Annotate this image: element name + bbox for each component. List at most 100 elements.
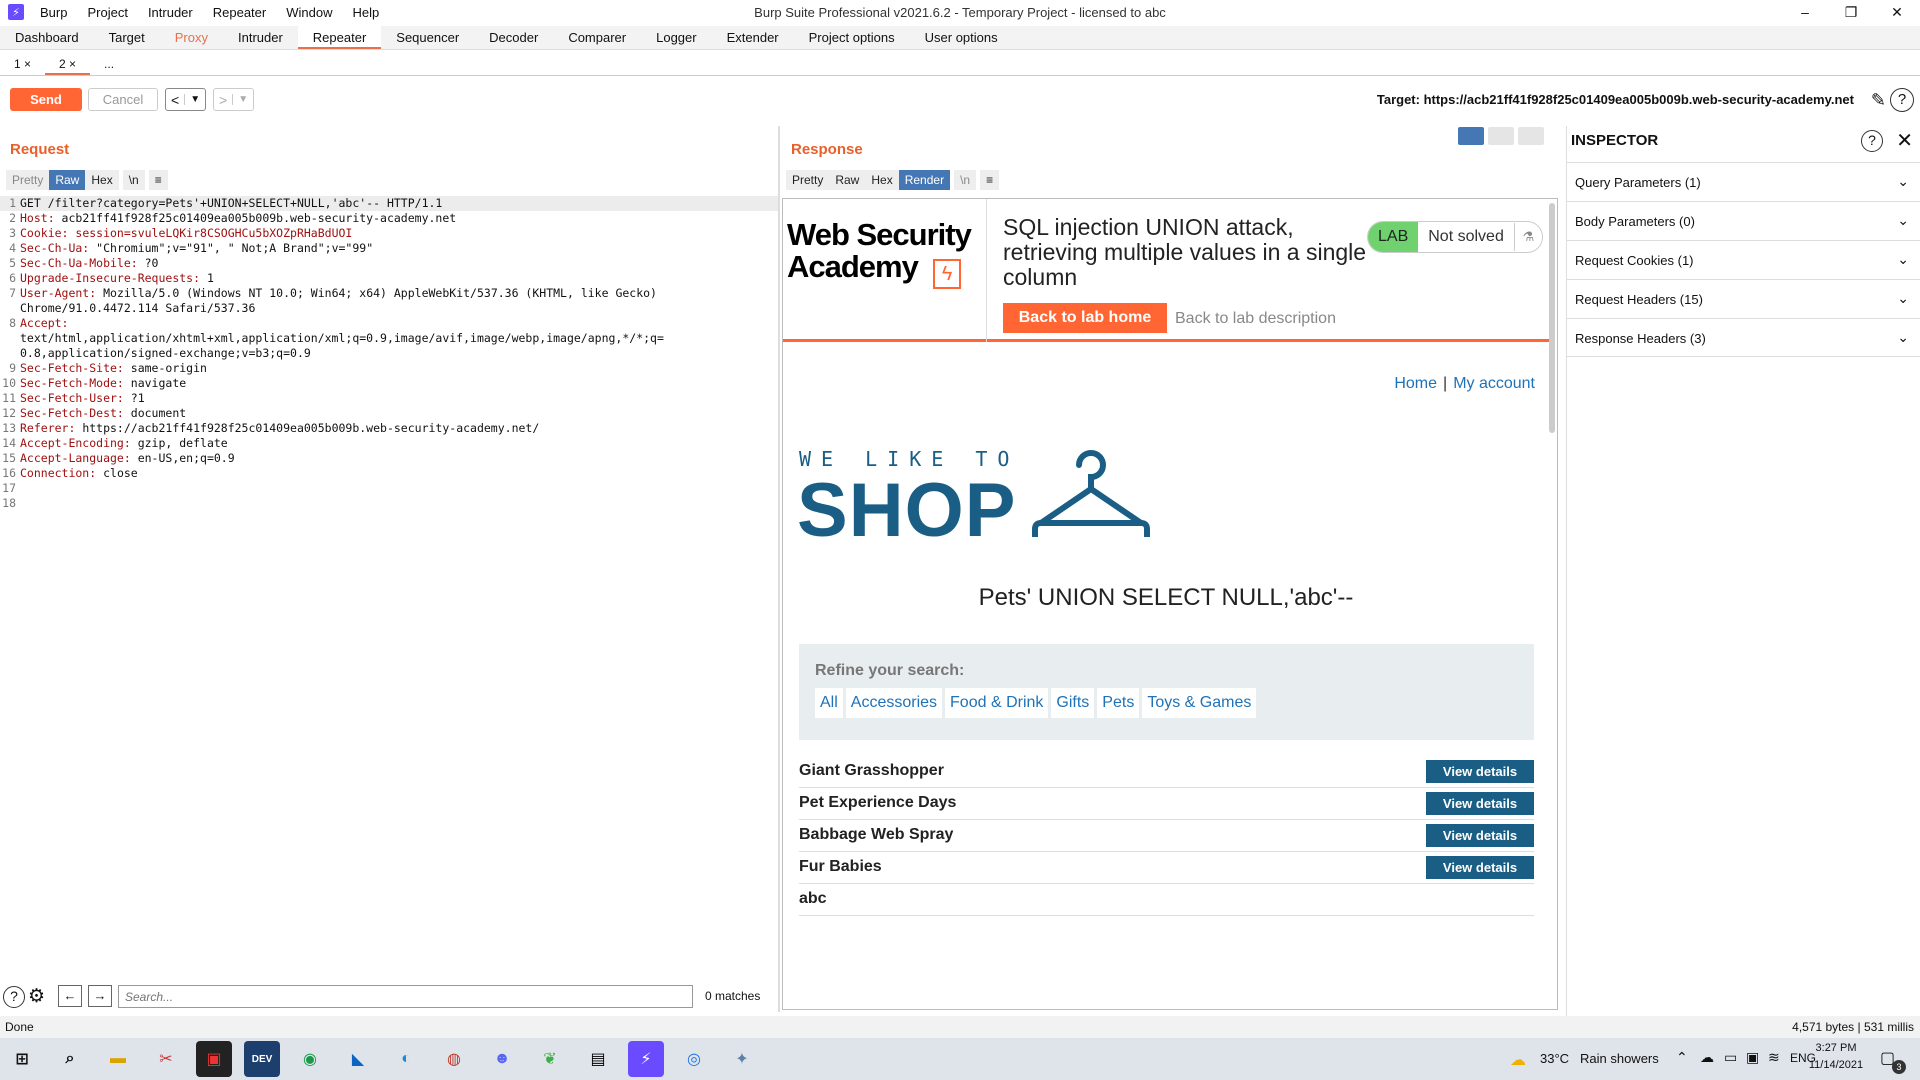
menu-burp[interactable]: Burp xyxy=(40,5,67,20)
view-details-button[interactable]: View details xyxy=(1426,856,1534,879)
help-icon[interactable]: ? xyxy=(1890,88,1914,112)
request-line[interactable]: 6 Upgrade-Insecure-Requests: 1 xyxy=(0,271,778,286)
file-explorer-icon[interactable]: ▬ xyxy=(100,1041,136,1077)
repeater-tab-2[interactable]: 2 × xyxy=(45,52,91,75)
app-icon[interactable]: ❦ xyxy=(532,1041,568,1077)
weather-desc[interactable]: Rain showers xyxy=(1580,1051,1659,1066)
request-line[interactable]: 12 Sec-Fetch-Dest: document xyxy=(0,406,778,421)
help-icon[interactable]: ? xyxy=(1861,130,1883,152)
home-link[interactable]: Home xyxy=(1394,375,1437,392)
cancel-button[interactable]: Cancel xyxy=(88,88,158,111)
edge-icon[interactable]: ◐ xyxy=(388,1041,424,1077)
tab-comparer[interactable]: Comparer xyxy=(553,26,641,49)
request-line[interactable]: 7 User-Agent: Mozilla/5.0 (Windows NT 10.… xyxy=(0,286,778,301)
windows-start-icon[interactable]: ⊞ xyxy=(4,1041,40,1077)
tab-extender[interactable]: Extender xyxy=(712,26,794,49)
messenger-icon[interactable]: ◍ xyxy=(436,1041,472,1077)
app-icon-2[interactable]: ✦ xyxy=(724,1041,760,1077)
view-pretty[interactable]: Pretty xyxy=(786,170,830,190)
wifi-icon[interactable]: ≋ xyxy=(1768,1049,1780,1066)
request-editor[interactable]: 1 GET /filter?category=Pets'+UNION+SELECT… xyxy=(0,196,778,976)
send-button[interactable]: Send xyxy=(10,88,82,111)
inspector-request-cookies[interactable]: Request Cookies (1) ⌄ xyxy=(1567,240,1920,279)
category-accessories[interactable]: Accessories xyxy=(845,688,943,718)
panel-splitter[interactable] xyxy=(778,126,780,1012)
inspector-body-parameters[interactable]: Body Parameters (0) ⌄ xyxy=(1567,201,1920,240)
scrollbar[interactable] xyxy=(1549,203,1555,433)
weather-icon[interactable]: ☁ xyxy=(1510,1050,1526,1070)
view-render[interactable]: Render xyxy=(898,170,951,190)
close-window-button[interactable]: ✕ xyxy=(1874,0,1920,24)
search-icon[interactable]: ⌕ xyxy=(52,1041,88,1077)
tab-logger[interactable]: Logger xyxy=(641,26,711,49)
display-icon[interactable]: ▣ xyxy=(1746,1049,1759,1066)
dev-app-icon[interactable]: DEV xyxy=(244,1041,280,1077)
target-label[interactable]: Target: https://acb21ff41f928f25c01409ea… xyxy=(1377,92,1854,107)
view-details-button[interactable]: View details xyxy=(1426,824,1534,847)
snipping-icon[interactable]: ✂ xyxy=(148,1041,184,1077)
battery-icon[interactable]: ▭ xyxy=(1724,1049,1737,1066)
menu-icon[interactable]: ≡ xyxy=(148,170,168,190)
request-line[interactable]: 11 Sec-Fetch-User: ?1 xyxy=(0,391,778,406)
request-line[interactable]: 13 Referer: https://acb21ff41f928f25c0140… xyxy=(0,421,778,436)
close-icon[interactable]: ✕ xyxy=(1896,128,1913,153)
layout-side-by-side-icon[interactable] xyxy=(1458,127,1484,145)
request-line[interactable]: 10 Sec-Fetch-Mode: navigate xyxy=(0,376,778,391)
back-to-lab-home-button[interactable]: Back to lab home xyxy=(1003,303,1167,333)
chrome-icon[interactable]: ◉ xyxy=(292,1041,328,1077)
tab-sequencer[interactable]: Sequencer xyxy=(381,26,474,49)
history-back-button[interactable]: < ▼ xyxy=(165,88,207,111)
category-food-drink[interactable]: Food & Drink xyxy=(945,688,1049,718)
request-line[interactable]: 4 Sec-Ch-Ua: "Chromium";v="91", " Not;A B… xyxy=(0,241,778,256)
arrow-left-icon[interactable]: ← xyxy=(58,985,82,1007)
category-gifts[interactable]: Gifts xyxy=(1051,688,1095,718)
request-line[interactable]: 3 Cookie: session=svuleLQKir8CSOGHCu5bXOZ… xyxy=(0,226,778,241)
request-line[interactable]: 15 Accept-Language: en-US,en;q=0.9 xyxy=(0,451,778,466)
request-line[interactable]: 9 Sec-Fetch-Site: same-origin xyxy=(0,361,778,376)
edit-pencil-icon[interactable]: ✎ xyxy=(1871,90,1886,111)
back-to-lab-description-link[interactable]: Back to lab description xyxy=(1175,310,1336,328)
discord-icon[interactable]: ☻ xyxy=(484,1041,520,1077)
request-line[interactable]: 2 Host: acb21ff41f928f25c01409ea005b009b.… xyxy=(0,211,778,226)
vscode-icon[interactable]: ◣ xyxy=(340,1041,376,1077)
view-raw[interactable]: Raw xyxy=(829,170,866,190)
help-icon[interactable]: ? xyxy=(3,986,25,1008)
tab-project-options[interactable]: Project options xyxy=(794,26,910,49)
burp-taskbar-icon[interactable]: ⚡ xyxy=(628,1041,664,1077)
view-newline-toggle[interactable]: \n xyxy=(954,170,977,190)
layout-top-bottom-icon[interactable] xyxy=(1488,127,1514,145)
view-newline-toggle[interactable]: \n xyxy=(122,170,145,190)
request-line[interactable]: 16 Connection: close xyxy=(0,466,778,481)
search-input[interactable] xyxy=(118,985,693,1008)
menu-window[interactable]: Window xyxy=(286,5,332,20)
menu-intruder[interactable]: Intruder xyxy=(148,5,193,20)
request-line[interactable]: 18 xyxy=(0,496,778,511)
inspector-query-parameters[interactable]: Query Parameters (1) ⌄ xyxy=(1567,162,1920,201)
tab-repeater[interactable]: Repeater xyxy=(297,26,382,49)
chromium-icon[interactable]: ◎ xyxy=(676,1041,712,1077)
tab-proxy[interactable]: Proxy xyxy=(160,26,223,49)
request-line[interactable]: 1 GET /filter?category=Pets'+UNION+SELECT… xyxy=(0,196,778,211)
view-raw[interactable]: Raw xyxy=(49,170,86,190)
inspector-response-headers[interactable]: Response Headers (3) ⌄ xyxy=(1567,318,1920,357)
terminal-app-icon[interactable]: ▣ xyxy=(196,1041,232,1077)
tab-user-options[interactable]: User options xyxy=(910,26,1013,49)
menu-icon[interactable]: ≡ xyxy=(980,170,1000,190)
repeater-tab-1[interactable]: 1 × xyxy=(0,52,45,75)
tab-decoder[interactable]: Decoder xyxy=(474,26,553,49)
category-all[interactable]: All xyxy=(815,688,843,718)
menu-project[interactable]: Project xyxy=(87,5,127,20)
arrow-right-icon[interactable]: → xyxy=(88,985,112,1007)
category-toys-games[interactable]: Toys & Games xyxy=(1142,688,1257,718)
menu-help[interactable]: Help xyxy=(352,5,379,20)
request-line[interactable]: 0.8,application/signed-exchange;v=b3;q=0… xyxy=(0,346,778,361)
my-account-link[interactable]: My account xyxy=(1453,375,1535,392)
tab-intruder[interactable]: Intruder xyxy=(223,26,298,49)
inspector-request-headers[interactable]: Request Headers (15) ⌄ xyxy=(1567,279,1920,318)
request-line[interactable]: text/html,application/xhtml+xml,applicat… xyxy=(0,331,778,346)
chevron-up-icon[interactable]: ⌃ xyxy=(1676,1049,1688,1066)
clock-time[interactable]: 3:27 PM xyxy=(1808,1042,1864,1054)
terminal-icon[interactable]: ▤ xyxy=(580,1041,616,1077)
view-details-button[interactable]: View details xyxy=(1426,760,1534,783)
request-line[interactable]: 14 Accept-Encoding: gzip, deflate xyxy=(0,436,778,451)
